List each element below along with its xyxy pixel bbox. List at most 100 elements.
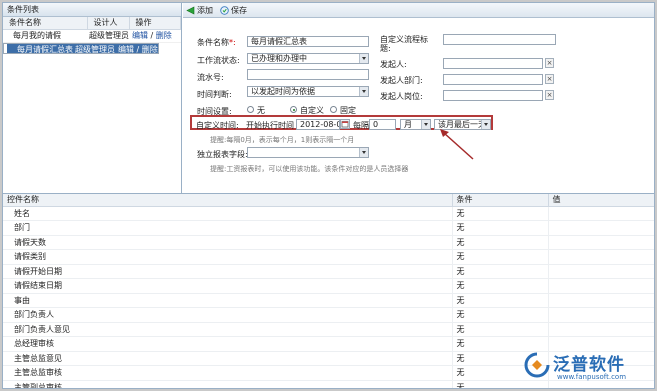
every-value-input[interactable]: 0 bbox=[369, 119, 396, 130]
control-name: 请假开始日期 bbox=[3, 264, 453, 279]
value-cell[interactable] bbox=[548, 249, 654, 265]
fanpu-logo-icon bbox=[524, 352, 550, 378]
condition-cell[interactable]: 无 bbox=[452, 336, 549, 352]
condition-cell[interactable]: 无 bbox=[452, 293, 549, 308]
condition-row[interactable]: 每月我的请假 超级管理员 编辑 / 删除 bbox=[3, 29, 181, 43]
value-cell[interactable] bbox=[548, 293, 654, 308]
condition-cell[interactable]: 无 bbox=[452, 220, 549, 236]
control-name: 部门负责人意见 bbox=[3, 322, 453, 337]
initiator-clear-button[interactable]: × bbox=[545, 58, 554, 68]
custom-flow-title-input[interactable] bbox=[443, 34, 556, 45]
op-separator: / bbox=[148, 31, 156, 40]
designer-name: 超级管理员 bbox=[87, 29, 129, 43]
control-name: 事由 bbox=[3, 293, 453, 308]
condition-name[interactable]: 每月我的请假 bbox=[3, 29, 87, 43]
value-cell[interactable] bbox=[548, 264, 654, 279]
initiator-dept-clear-button[interactable]: × bbox=[545, 74, 554, 84]
logo-brand: 泛普软件 bbox=[553, 355, 625, 375]
table-row[interactable]: 请假类别无 bbox=[3, 249, 654, 265]
edit-link[interactable]: 编辑 bbox=[118, 45, 134, 52]
serial-number-input[interactable] bbox=[247, 69, 369, 80]
condition-cell[interactable]: 无 bbox=[452, 249, 549, 265]
main-window: 条件列表 条件名称 设计人 操作 每月我的请假 超级管理员 编辑 / 删除 每月… bbox=[2, 2, 655, 389]
initiator-post-input[interactable] bbox=[443, 90, 543, 101]
column-control-name: 控件名称 bbox=[3, 194, 453, 207]
column-value: 值 bbox=[548, 194, 654, 207]
table-row[interactable]: 请假结束日期无 bbox=[3, 278, 654, 294]
column-condition-name: 条件名称 bbox=[3, 17, 88, 30]
initiator-label: 发起人: bbox=[380, 60, 407, 69]
condition-cell[interactable]: 无 bbox=[452, 235, 549, 250]
delete-link[interactable]: 删除 bbox=[156, 31, 172, 40]
table-row[interactable]: 请假开始日期无 bbox=[3, 264, 654, 279]
condition-list-table: 条件名称 设计人 操作 每月我的请假 超级管理员 编辑 / 删除 每月请假汇总表… bbox=[3, 17, 181, 54]
flow-status-select[interactable]: 已办理和办理中 bbox=[247, 53, 369, 64]
initiator-post-label: 发起人岗位: bbox=[380, 92, 423, 101]
op-separator: / bbox=[134, 45, 142, 54]
condition-name[interactable]: 每月请假汇总表 bbox=[7, 43, 73, 53]
radio-none[interactable] bbox=[247, 106, 254, 113]
value-cell[interactable] bbox=[548, 235, 654, 250]
delete-link[interactable]: 删除 bbox=[142, 45, 158, 52]
condition-list-panel: 条件列表 条件名称 设计人 操作 每月我的请假 超级管理员 编辑 / 删除 每月… bbox=[3, 3, 182, 193]
required-mark: *: bbox=[229, 38, 236, 47]
report-field-label: 独立报表字段: bbox=[197, 150, 248, 159]
control-condition-panel: 控件名称 条件 值 姓名无 部门无 请假天数无 请假类别无 请假开始日期无 请假… bbox=[3, 193, 654, 388]
time-judge-select[interactable]: 以发起时间为依据 bbox=[247, 86, 369, 97]
time-judge-value: 以发起时间为依据 bbox=[251, 87, 315, 96]
value-cell[interactable] bbox=[548, 220, 654, 236]
report-field-select[interactable] bbox=[247, 147, 369, 158]
control-name: 主管副总审核 bbox=[3, 380, 453, 388]
column-operation: 操作 bbox=[129, 17, 181, 30]
time-judge-label: 时间判断: bbox=[197, 90, 232, 99]
serial-number-label: 流水号: bbox=[197, 73, 224, 82]
save-label: 保存 bbox=[231, 5, 247, 15]
table-row[interactable]: 姓名无 bbox=[3, 206, 654, 221]
condition-cell[interactable]: 无 bbox=[452, 264, 549, 279]
row-operations: 编辑 / 删除 bbox=[115, 43, 158, 54]
save-button[interactable]: 保存 bbox=[220, 5, 247, 16]
start-exec-label: 开始执行时间 bbox=[246, 121, 294, 130]
report-field-hint: 提醒:工资报表时，可以使用该功能。该条件对应的是人员选择器 bbox=[210, 165, 409, 173]
calendar-icon[interactable] bbox=[340, 119, 350, 129]
control-name: 总经理审核 bbox=[3, 336, 453, 352]
initiator-input[interactable] bbox=[443, 58, 543, 69]
control-name: 主管总监意见 bbox=[3, 351, 453, 366]
condition-cell[interactable]: 无 bbox=[452, 278, 549, 294]
radio-custom[interactable] bbox=[290, 106, 297, 113]
toolbar: 添加 保存 bbox=[183, 3, 654, 18]
initiator-post-clear-button[interactable]: × bbox=[545, 90, 554, 100]
value-cell[interactable] bbox=[548, 336, 654, 352]
value-cell[interactable] bbox=[548, 307, 654, 323]
table-row[interactable]: 部门无 bbox=[3, 220, 654, 236]
add-button[interactable]: 添加 bbox=[186, 5, 213, 16]
table-row[interactable]: 部门负责人意见无 bbox=[3, 322, 654, 337]
condition-name-label: 条件名称*: bbox=[197, 37, 236, 48]
initiator-dept-input[interactable] bbox=[443, 74, 543, 85]
table-row[interactable]: 部门负责人无 bbox=[3, 307, 654, 323]
table-row[interactable]: 事由无 bbox=[3, 293, 654, 308]
condition-name-input[interactable]: 每月请假汇总表 bbox=[247, 36, 369, 47]
condition-name-label-text: 条件名称 bbox=[197, 38, 229, 47]
value-cell[interactable] bbox=[548, 278, 654, 294]
annotation-arrow-icon bbox=[440, 129, 474, 160]
condition-cell[interactable]: 无 bbox=[452, 307, 549, 323]
chevron-down-icon bbox=[359, 87, 368, 96]
radio-fixed[interactable] bbox=[330, 106, 337, 113]
chevron-down-icon bbox=[359, 148, 368, 157]
edit-link[interactable]: 编辑 bbox=[132, 31, 148, 40]
value-cell[interactable] bbox=[548, 206, 654, 221]
unit-value: 月 bbox=[404, 120, 412, 129]
condition-cell[interactable]: 无 bbox=[452, 206, 549, 221]
every-label: 每隔 bbox=[353, 121, 369, 130]
save-icon bbox=[220, 5, 229, 15]
table-row[interactable]: 请假天数无 bbox=[3, 235, 654, 250]
unit-select[interactable]: 月 bbox=[400, 119, 431, 130]
control-name: 请假结束日期 bbox=[3, 278, 453, 294]
table-row[interactable]: 总经理审核无 bbox=[3, 336, 654, 352]
condition-row-selected[interactable]: 每月请假汇总表 超级管理员 编辑 / 删除 bbox=[3, 42, 159, 54]
control-name: 部门 bbox=[3, 220, 453, 236]
start-date-input[interactable]: 2012-08-06 bbox=[296, 119, 340, 130]
condition-cell[interactable]: 无 bbox=[452, 322, 549, 337]
value-cell[interactable] bbox=[548, 322, 654, 337]
